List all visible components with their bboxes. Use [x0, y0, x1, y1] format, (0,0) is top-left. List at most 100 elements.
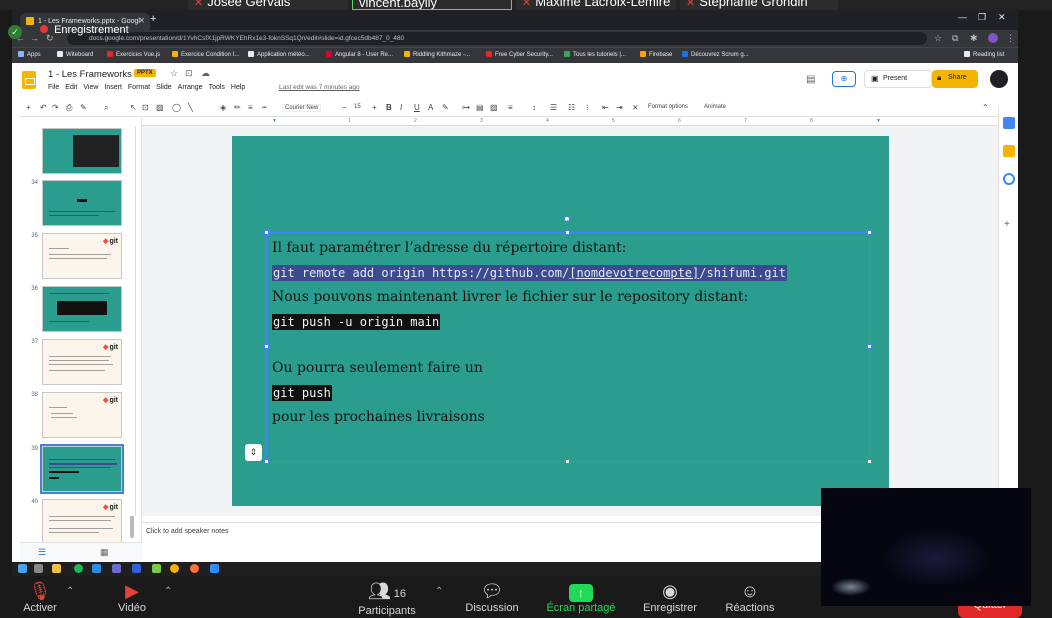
slide-thumbnail-selected[interactable]: [40, 444, 124, 494]
menu-edit[interactable]: Edit: [65, 84, 77, 91]
link-icon[interactable]: ⊶: [462, 103, 470, 112]
font-size-plus-icon[interactable]: +: [372, 103, 377, 112]
windows-start-icon[interactable]: [18, 564, 27, 573]
resize-handle[interactable]: [867, 459, 872, 464]
bookmark-item[interactable]: Witeboard: [57, 51, 93, 58]
bookmark-item[interactable]: Exercice Condition I...: [172, 51, 239, 58]
fill-color-icon[interactable]: ◈: [220, 103, 226, 112]
firefox-icon[interactable]: [190, 564, 199, 573]
close-tab-icon[interactable]: ✕: [138, 16, 145, 25]
comment-history-icon[interactable]: ▤: [806, 74, 815, 85]
border-weight-icon[interactable]: ≡: [248, 103, 253, 112]
bookmark-star-icon[interactable]: ☆: [934, 33, 942, 44]
textbox-icon[interactable]: ⊡: [142, 103, 149, 112]
reactions-button[interactable]: ☺ Réactions: [718, 580, 782, 614]
menu-insert[interactable]: Insert: [104, 84, 122, 91]
video-options-caret-icon[interactable]: ⌃: [164, 586, 172, 597]
unmute-button[interactable]: 🎙︎ Activer: [20, 580, 60, 614]
resize-handle[interactable]: [565, 230, 570, 235]
slide-thumbnail[interactable]: git: [42, 233, 122, 279]
select-icon[interactable]: ↖: [130, 103, 137, 112]
self-view-video[interactable]: [821, 488, 1031, 606]
menu-slide[interactable]: Slide: [156, 84, 172, 91]
resize-handle[interactable]: [264, 344, 269, 349]
line-spacing-icon[interactable]: ↕: [532, 103, 536, 112]
star-icon[interactable]: ☆: [170, 68, 178, 79]
close-window-icon[interactable]: ✕: [998, 12, 1006, 23]
task-view-icon[interactable]: [34, 564, 43, 573]
minimize-icon[interactable]: —: [958, 12, 967, 22]
app-icon[interactable]: [152, 564, 161, 573]
participant-tile[interactable]: ✕ Stéphanie Grondin: [680, 0, 838, 10]
numbered-list-icon[interactable]: ☷: [568, 103, 575, 112]
new-slide-icon[interactable]: +: [26, 103, 31, 112]
start-video-button[interactable]: ▶︎ Vidéo: [112, 580, 152, 614]
resize-handle[interactable]: [264, 230, 269, 235]
document-title[interactable]: 1 - Les Frameworks: [48, 69, 132, 80]
audio-options-caret-icon[interactable]: ⌃: [66, 586, 74, 597]
new-tab-icon[interactable]: +: [150, 13, 156, 25]
checklist-icon[interactable]: ☰: [550, 103, 557, 112]
format-options-button[interactable]: Format options: [648, 104, 688, 110]
present-button[interactable]: ▣ Present: [864, 70, 932, 88]
resize-handle[interactable]: [867, 344, 872, 349]
bookmark-item[interactable]: Free Cyber Security...: [486, 51, 553, 58]
forward-icon[interactable]: →: [30, 33, 39, 43]
puzzle-icon[interactable]: ✱: [970, 33, 978, 44]
vscode-icon[interactable]: [92, 564, 101, 573]
calendar-icon[interactable]: [1003, 117, 1015, 129]
bookmark-item[interactable]: Riddling Kithmaze -...: [404, 51, 470, 58]
paint-format-icon[interactable]: ✎: [80, 103, 87, 112]
app-icon[interactable]: [112, 564, 121, 573]
image-insert-icon[interactable]: ▨: [490, 103, 498, 112]
bookmark-item[interactable]: Angular 8 - User Re...: [326, 51, 393, 58]
share-button[interactable]: 🔒︎ Share: [932, 70, 978, 88]
line-icon[interactable]: ╲: [188, 103, 193, 112]
decrease-indent-icon[interactable]: ⇤: [602, 103, 609, 112]
chat-button[interactable]: 💬︎ Discussion: [460, 580, 524, 614]
participants-caret-icon[interactable]: ⌃: [435, 586, 443, 597]
menu-view[interactable]: View: [83, 84, 98, 91]
url-field[interactable]: docs.google.com/presentation/d/1YvhCsfX1…: [67, 32, 927, 45]
slide-thumbnail[interactable]: [42, 128, 122, 174]
resize-handle[interactable]: [565, 459, 570, 464]
ruler-indent-marker[interactable]: ▼: [876, 118, 881, 124]
extension-icon[interactable]: ⧉: [952, 33, 958, 44]
animate-button[interactable]: Animate: [704, 104, 726, 110]
redo-icon[interactable]: ↷: [52, 103, 59, 112]
participant-tile[interactable]: ✕ Maxime Lacroix-Lemire: [516, 0, 676, 10]
participant-tile-active[interactable]: vincent.baylly: [352, 0, 512, 10]
tasks-icon[interactable]: [1003, 173, 1015, 185]
recording-indicator[interactable]: Enregistrement: [40, 24, 129, 42]
shape-icon[interactable]: ◯: [172, 103, 181, 112]
spotify-icon[interactable]: [74, 564, 83, 573]
italic-icon[interactable]: I: [400, 103, 402, 112]
autofit-options-icon[interactable]: ⇕: [245, 444, 262, 461]
menu-file[interactable]: File: [48, 84, 59, 91]
resize-handle[interactable]: [867, 230, 872, 235]
slide-thumbnail[interactable]: [42, 180, 122, 226]
grid-view-icon[interactable]: ▦: [100, 547, 109, 558]
bookmark-apps[interactable]: Apps: [18, 51, 41, 58]
menu-help[interactable]: Help: [231, 84, 245, 91]
last-edit-link[interactable]: Last edit was 7 minutes ago: [279, 84, 360, 91]
chrome-taskbar-icon[interactable]: [170, 564, 179, 573]
clear-format-icon[interactable]: ⨯: [632, 103, 639, 112]
filmstrip-view-icon[interactable]: ☰: [38, 547, 46, 558]
account-avatar[interactable]: [990, 70, 1008, 88]
border-dash-icon[interactable]: ┅: [262, 103, 267, 112]
zoom-icon[interactable]: ⌕: [104, 103, 108, 113]
bulleted-list-icon[interactable]: ⁝: [586, 103, 589, 112]
ruler-left-indent[interactable]: ▼: [272, 118, 277, 124]
bookmark-item[interactable]: Tous les tutoriels |...: [564, 51, 626, 58]
border-color-icon[interactable]: ✏: [234, 103, 241, 112]
zoom-taskbar-icon[interactable]: [210, 564, 219, 573]
add-addon-icon[interactable]: +: [1004, 219, 1010, 230]
current-slide[interactable]: Il faut paramétrer l’adresse du répertoi…: [232, 136, 889, 506]
slide-thumbnail[interactable]: git: [42, 392, 122, 438]
font-size-field[interactable]: 15: [354, 104, 361, 110]
participants-button[interactable]: 👥︎ 16 Participants: [352, 580, 422, 617]
bold-icon[interactable]: B: [386, 103, 392, 112]
profile-avatar[interactable]: [988, 33, 998, 43]
image-icon[interactable]: ▨: [156, 103, 164, 112]
